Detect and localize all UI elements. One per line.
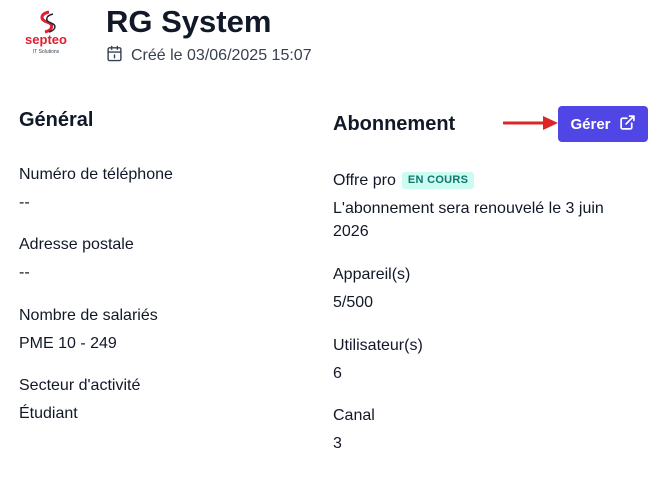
employees-label: Nombre de salariés — [19, 307, 158, 324]
devices-label: Appareil(s) — [333, 266, 411, 283]
svg-text:IT Solutions: IT Solutions — [33, 49, 60, 55]
offer-row: Offre pro EN COURS — [333, 172, 475, 190]
created-date: Créé le 03/06/2025 15:07 — [106, 45, 312, 67]
created-text: Créé le 03/06/2025 15:07 — [131, 47, 312, 64]
employees-value: PME 10 - 249 — [19, 335, 117, 352]
devices-value: 5/500 — [333, 294, 374, 311]
subscription-heading: Abonnement — [333, 113, 456, 135]
channel-label: Canal — [333, 407, 375, 424]
sector-label: Secteur d'activité — [19, 377, 141, 394]
status-badge: EN COURS — [401, 172, 475, 190]
external-link-icon — [619, 114, 636, 135]
company-logo: septeo IT Solutions — [18, 8, 74, 56]
address-label: Adresse postale — [19, 236, 134, 253]
general-heading: Général — [19, 109, 94, 131]
users-value: 6 — [333, 365, 342, 382]
address-value: -- — [19, 264, 30, 281]
offer-label: Offre pro — [333, 172, 396, 189]
manage-button[interactable]: Gérer — [558, 106, 648, 142]
sector-value: Étudiant — [19, 405, 78, 422]
renewal-line-2: 2026 — [333, 223, 369, 240]
channel-value: 3 — [333, 435, 342, 452]
phone-label: Numéro de téléphone — [19, 166, 173, 183]
phone-value: -- — [19, 194, 30, 211]
pointer-arrow-icon — [502, 114, 559, 132]
manage-button-label: Gérer — [570, 115, 611, 133]
page-title: RG System — [106, 4, 272, 39]
calendar-icon — [106, 45, 123, 67]
users-label: Utilisateur(s) — [333, 337, 423, 354]
renewal-line-1: L'abonnement sera renouvelé le 3 juin — [333, 200, 604, 217]
svg-text:septeo: septeo — [25, 32, 67, 47]
